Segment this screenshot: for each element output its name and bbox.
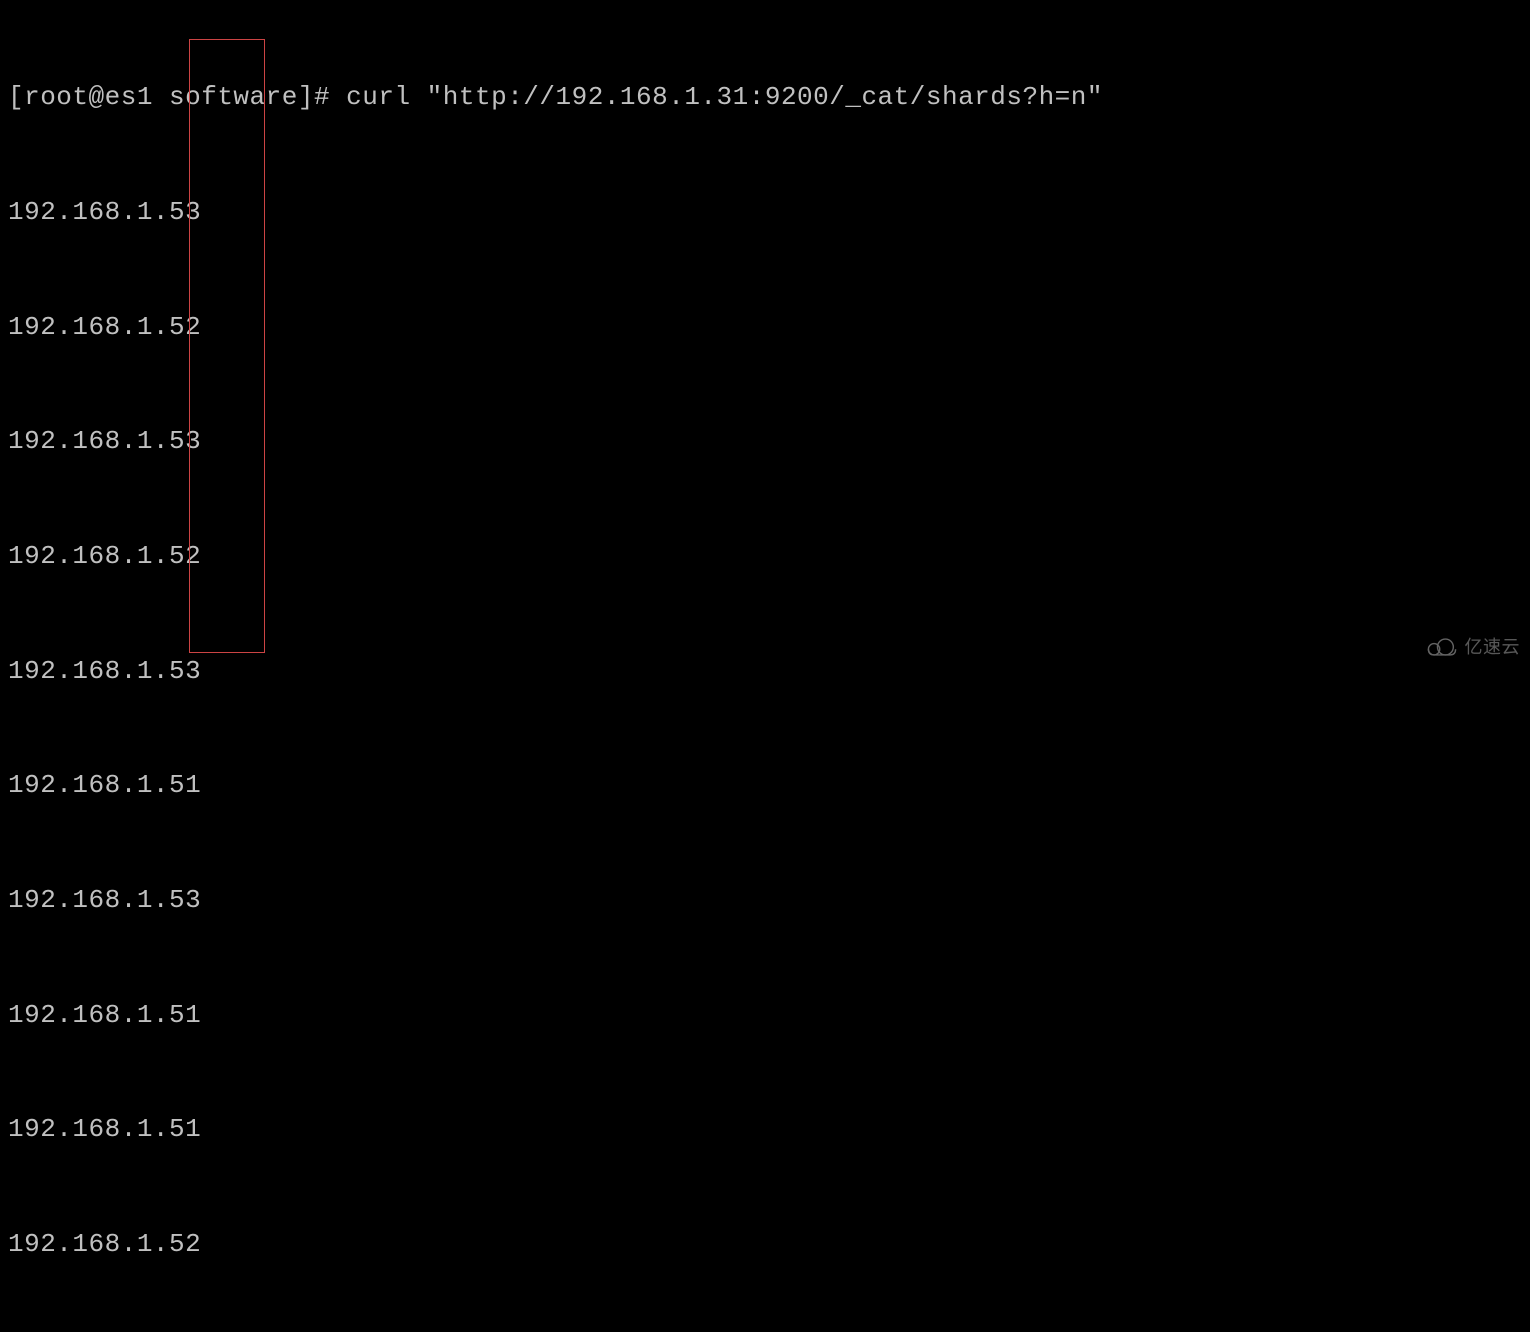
- watermark-text: 亿速云: [1465, 634, 1521, 660]
- cloud-icon: [1425, 636, 1459, 658]
- ip-suffix: 53: [169, 885, 201, 915]
- ip-suffix: 51: [169, 770, 201, 800]
- ip-suffix: 52: [169, 541, 201, 571]
- output-line: 192.168.1.51: [8, 766, 1522, 804]
- output-line: 192.168.1.53: [8, 881, 1522, 919]
- prompt-user-host: [root@es1 software]#: [8, 82, 330, 112]
- ip-suffix: 51: [169, 1000, 201, 1030]
- command-text: curl "http://192.168.1.31:9200/_cat/shar…: [346, 82, 1103, 112]
- ip-prefix: 192.168.1.: [8, 197, 169, 227]
- output-line: 192.168.1.52: [8, 537, 1522, 575]
- ip-prefix: 192.168.1.: [8, 426, 169, 456]
- ip-prefix: 192.168.1.: [8, 656, 169, 686]
- command-prompt-line: [root@es1 software]# curl "http://192.16…: [8, 78, 1522, 116]
- ip-prefix: 192.168.1.: [8, 885, 169, 915]
- output-line: 192.168.1.53: [8, 652, 1522, 690]
- ip-suffix: 53: [169, 426, 201, 456]
- ip-prefix: 192.168.1.: [8, 1000, 169, 1030]
- ip-prefix: 192.168.1.: [8, 1229, 169, 1259]
- ip-suffix: 52: [169, 312, 201, 342]
- ip-suffix: 53: [169, 197, 201, 227]
- ip-prefix: 192.168.1.: [8, 770, 169, 800]
- output-line: 192.168.1.53: [8, 193, 1522, 231]
- watermark: 亿速云: [1425, 634, 1521, 660]
- ip-suffix: 52: [169, 1229, 201, 1259]
- output-line: 192.168.1.51: [8, 996, 1522, 1034]
- ip-prefix: 192.168.1.: [8, 541, 169, 571]
- ip-suffix: 51: [169, 1114, 201, 1144]
- output-line: 192.168.1.53: [8, 422, 1522, 460]
- output-line: 192.168.1.51: [8, 1110, 1522, 1148]
- ip-prefix: 192.168.1.: [8, 312, 169, 342]
- ip-prefix: 192.168.1.: [8, 1114, 169, 1144]
- output-line: 192.168.1.52: [8, 1225, 1522, 1263]
- output-line: 192.168.1.52: [8, 308, 1522, 346]
- ip-suffix: 53: [169, 656, 201, 686]
- terminal-area[interactable]: [root@es1 software]# curl "http://192.16…: [0, 0, 1530, 1332]
